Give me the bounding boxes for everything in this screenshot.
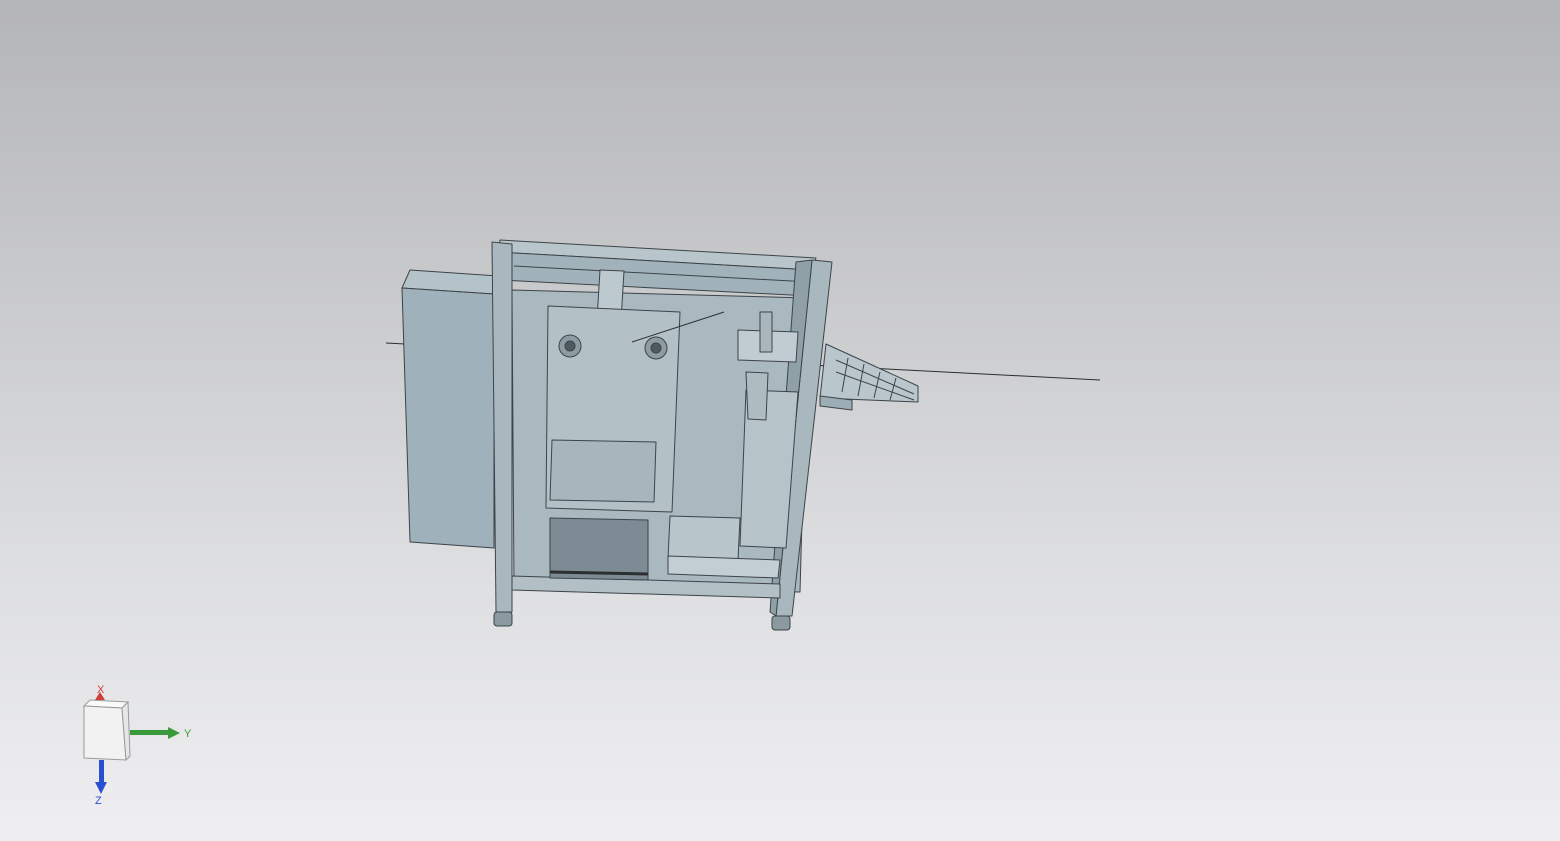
- graphics-viewport[interactable]: X Y Z: [0, 0, 1560, 841]
- y-axis-icon: [168, 727, 180, 739]
- side-cabinet-front: [401, 287, 495, 549]
- machine-3d-model[interactable]: [0, 0, 1560, 841]
- x-axis-label: X: [97, 684, 105, 696]
- z-axis-label: Z: [95, 795, 102, 807]
- foot-right: [771, 615, 791, 631]
- roller-conveyor: [819, 343, 919, 403]
- triad-cube-front: [83, 705, 127, 761]
- lower-tray: [667, 555, 781, 579]
- y-axis-label: Y: [184, 728, 192, 740]
- inner-bin: [549, 439, 657, 503]
- bracket: [759, 311, 773, 353]
- left-post: [491, 241, 513, 613]
- y-axis-shaft: [130, 730, 170, 735]
- foot-left: [493, 611, 513, 627]
- actuator: [745, 371, 769, 421]
- orientation-triad[interactable]: X Y Z: [70, 680, 210, 820]
- lower-hopper: [549, 517, 649, 581]
- z-axis-shaft: [99, 760, 104, 784]
- lower-slide: [667, 515, 741, 561]
- z-axis-icon: [95, 782, 107, 794]
- triad-graphic: [82, 692, 180, 794]
